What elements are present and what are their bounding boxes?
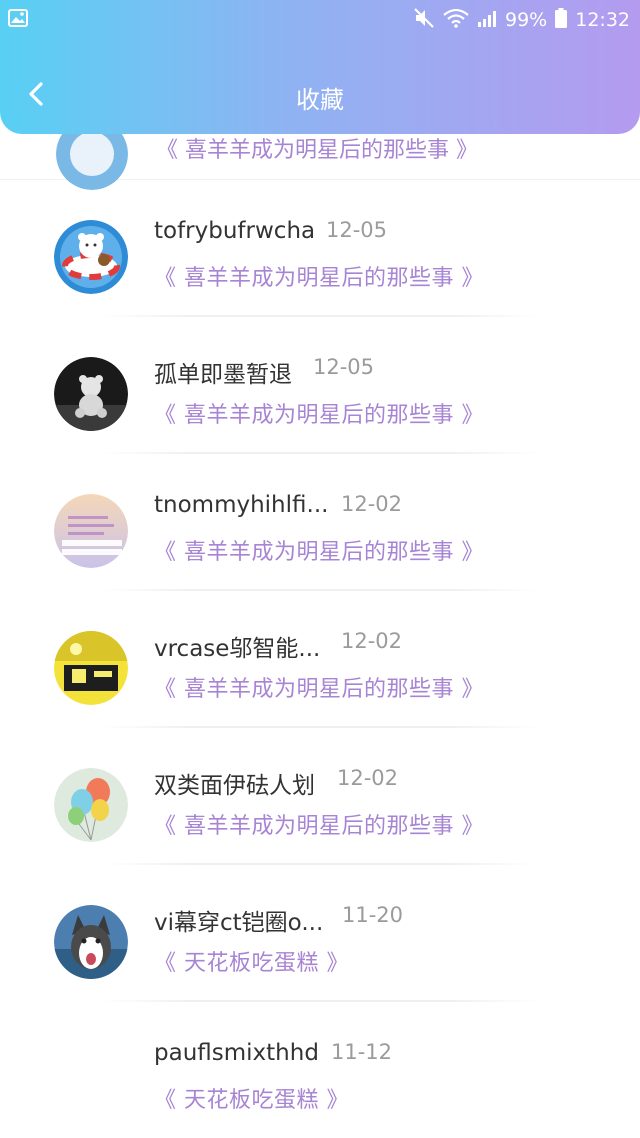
user-name: 孤单即墨暂退 [154, 362, 292, 388]
clock: 12:32 [575, 9, 630, 31]
signal-icon [477, 9, 497, 32]
title-bar: 收藏 [0, 70, 640, 126]
wifi-icon [443, 8, 469, 33]
user-name: 双类面伊砝人划 [154, 773, 315, 799]
favorite-title-link[interactable]: 《 喜羊羊成为明星后的那些事 》 [154, 671, 484, 703]
list-item[interactable]: vrcase邬智能... 12-02 《 喜羊羊成为明星后的那些事 》 [0, 591, 640, 728]
user-name: tnommyhihlfi... [154, 492, 329, 518]
list-item[interactable]: vi幕穿ct铠圈o... 11-20 《 天花板吃蛋糕 》 [0, 865, 640, 1002]
page-title: 收藏 [296, 86, 344, 114]
battery-percent: 99% [505, 9, 548, 31]
date-label: 12-02 [341, 492, 403, 516]
favorite-title-link[interactable]: 《 喜羊羊成为明星后的那些事 》 [154, 808, 484, 840]
avatar [54, 631, 128, 705]
date-label: 12-05 [326, 218, 388, 242]
gallery-icon [8, 9, 28, 27]
list-item[interactable]: 双类面伊砝人划 12-02 《 喜羊羊成为明星后的那些事 》 [0, 728, 640, 865]
favorite-title-link[interactable]: 《 喜羊羊成为明星后的那些事 》 [154, 397, 484, 429]
mute-icon [413, 7, 435, 34]
date-label: 12-02 [337, 766, 399, 790]
favorite-title-link[interactable]: 《 喜羊羊成为明星后的那些事 》 [156, 132, 478, 164]
battery-icon [555, 7, 568, 33]
favorite-title-link[interactable]: 《 喜羊羊成为明星后的那些事 》 [154, 260, 484, 292]
user-name: pauflsmixthhd [154, 1040, 319, 1066]
date-label: 12-05 [313, 355, 375, 379]
list-item[interactable]: 孤单即墨暂退 12-05 《 喜羊羊成为明星后的那些事 》 [0, 317, 640, 454]
app-header: 99% 12:32 收藏 [0, 0, 640, 134]
avatar [54, 220, 128, 294]
list-item[interactable]: tofrybufrwcha 12-05 《 喜羊羊成为明星后的那些事 》 [0, 180, 640, 317]
user-name: vrcase邬智能... [154, 636, 321, 662]
avatar [54, 357, 128, 431]
favorite-title-link[interactable]: 《 喜羊羊成为明星后的那些事 》 [154, 534, 484, 566]
status-bar: 99% 12:32 [0, 0, 640, 40]
list-item[interactable]: pauflsmixthhd 11-12 《 天花板吃蛋糕 》 [0, 1002, 640, 1138]
favorite-title-link[interactable]: 《 天花板吃蛋糕 》 [154, 1082, 349, 1114]
date-label: 11-20 [342, 903, 404, 927]
avatar [54, 768, 128, 842]
date-label: 11-12 [331, 1040, 393, 1064]
avatar [54, 494, 128, 568]
date-label: 12-02 [341, 629, 403, 653]
favorite-title-link[interactable]: 《 天花板吃蛋糕 》 [154, 945, 349, 977]
avatar [54, 905, 128, 979]
list-item[interactable]: tnommyhihlfi... 12-02 《 喜羊羊成为明星后的那些事 》 [0, 454, 640, 591]
user-name: vi幕穿ct铠圈o... [154, 910, 324, 936]
user-name: tofrybufrwcha [154, 218, 316, 244]
